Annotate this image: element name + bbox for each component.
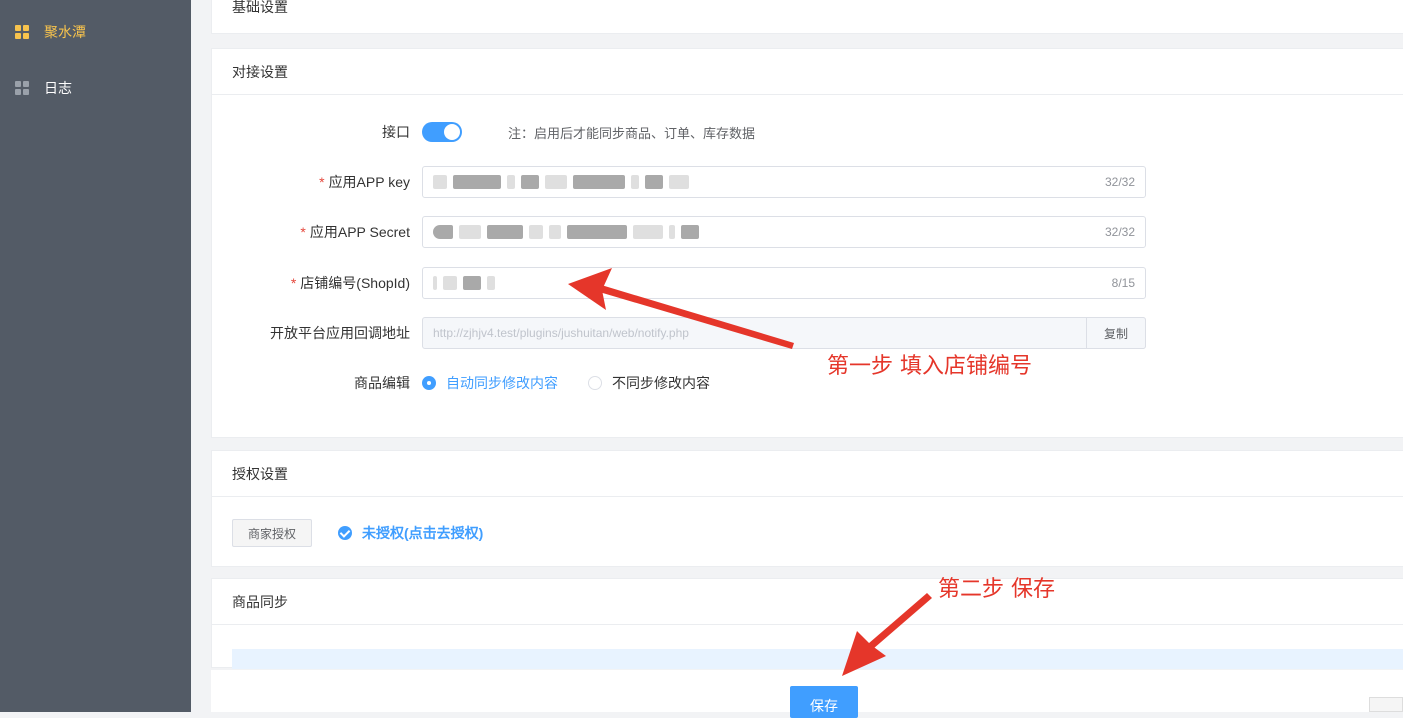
arrow-step2 — [842, 593, 932, 676]
annotation-arrows — [568, 268, 932, 676]
arrow-step1 — [568, 268, 794, 349]
